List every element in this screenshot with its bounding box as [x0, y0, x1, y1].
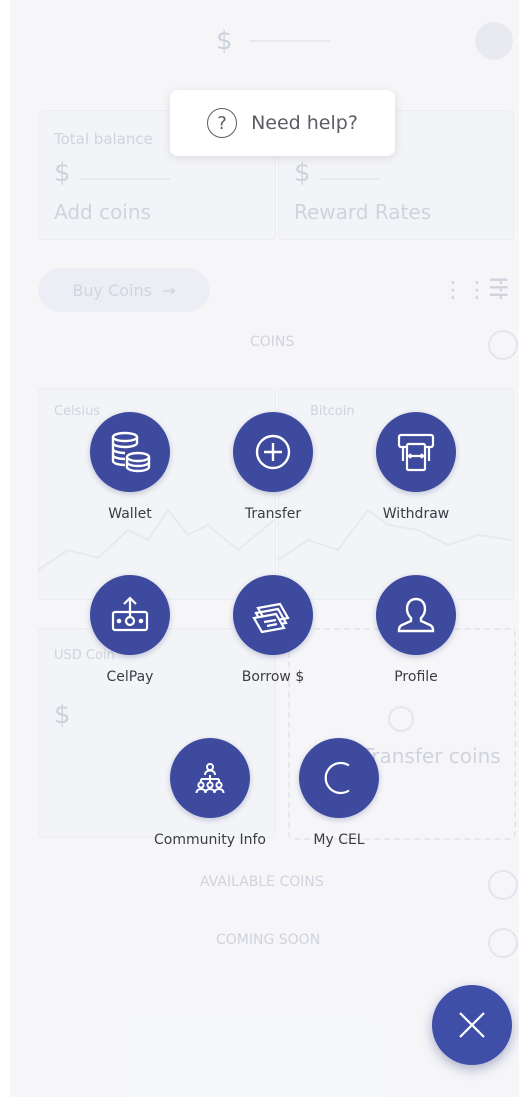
borrow-button[interactable]: Borrow $	[203, 575, 343, 685]
coin-stack-icon	[90, 412, 170, 492]
wallet-label: Wallet	[108, 506, 152, 522]
close-x-icon	[459, 1012, 485, 1038]
profile-label: Profile	[394, 669, 438, 685]
user-silhouette-icon	[376, 575, 456, 655]
wallet-button[interactable]: Wallet	[60, 412, 200, 522]
question-circle-icon: ?	[207, 108, 238, 138]
need-help-label: Need help?	[251, 112, 358, 134]
transfer-button[interactable]: Transfer	[203, 412, 343, 522]
close-menu-button[interactable]	[432, 985, 512, 1065]
community-info-button[interactable]: Community Info	[140, 738, 280, 848]
banknote-upload-icon	[90, 575, 170, 655]
withdraw-button[interactable]: Withdraw	[346, 412, 486, 522]
menu-overlay[interactable]	[10, 0, 519, 1097]
profile-button[interactable]: Profile	[346, 575, 486, 685]
atm-cash-icon	[376, 412, 456, 492]
borrow-label: Borrow $	[241, 669, 305, 685]
need-help-button[interactable]: ? Need help?	[170, 90, 395, 156]
withdraw-label: Withdraw	[382, 506, 450, 522]
community-info-label: Community Info	[154, 832, 266, 848]
community-network-icon	[170, 738, 250, 818]
celpay-button[interactable]: CelPay	[60, 575, 200, 685]
cash-stack-icon	[233, 575, 313, 655]
plus-circle-icon	[233, 412, 313, 492]
app-screen: $ Total balance $ Add coins $ Reward Rat…	[10, 0, 519, 1097]
transfer-label: Transfer	[244, 506, 302, 522]
my-cel-label: My CEL	[313, 832, 365, 848]
cel-logo-icon	[299, 738, 379, 818]
my-cel-button[interactable]: My CEL	[269, 738, 409, 848]
celpay-label: CelPay	[106, 669, 154, 685]
